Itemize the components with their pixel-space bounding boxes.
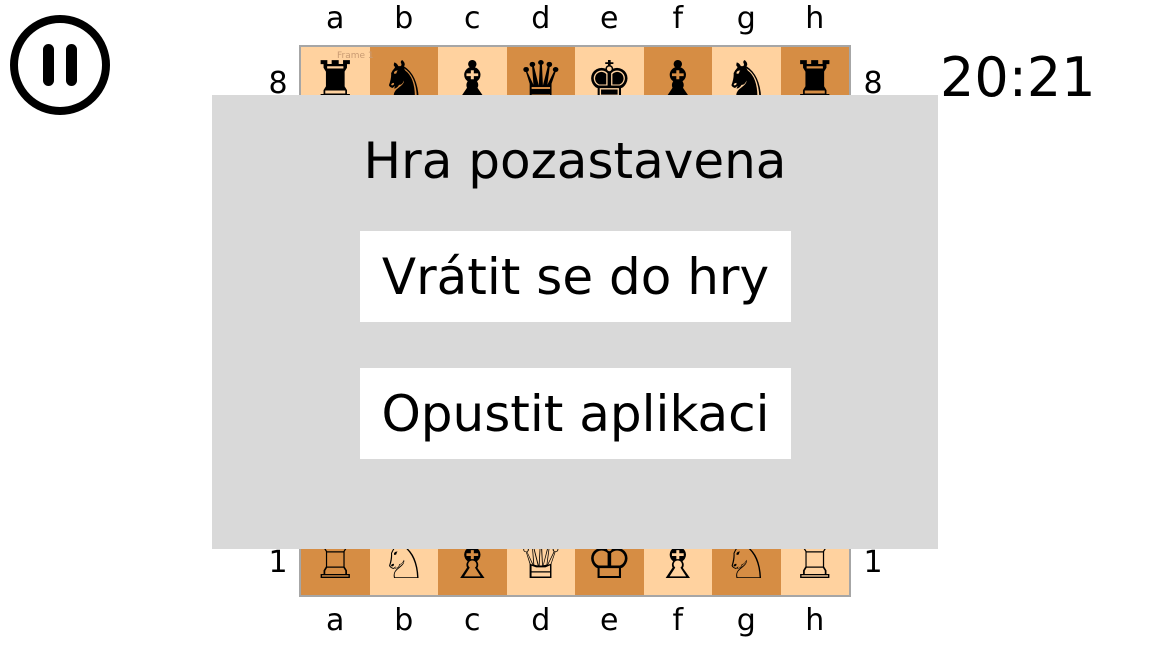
file-labels-bottom: a b c d e f g h	[301, 604, 849, 638]
pause-menu-title: Hra pozastavena	[363, 132, 787, 190]
quit-app-button[interactable]: Opustit aplikaci	[360, 368, 791, 459]
file-label: b	[394, 603, 414, 638]
file-label: h	[805, 603, 825, 638]
file-label: d	[531, 1, 551, 36]
file-label: e	[600, 1, 619, 36]
file-labels-top: a b c d e f g h	[301, 2, 849, 36]
file-label: g	[736, 603, 756, 638]
file-label: c	[464, 603, 481, 638]
frame-tag: Frame 1	[337, 51, 374, 61]
file-label: c	[464, 1, 481, 36]
file-label: a	[326, 1, 345, 36]
file-label: b	[394, 1, 414, 36]
rank-label-1-left: 1	[268, 545, 288, 580]
resume-game-button[interactable]: Vrátit se do hry	[360, 231, 791, 322]
pause-button[interactable]	[9, 14, 111, 116]
file-label: a	[326, 603, 345, 638]
file-label: f	[672, 603, 684, 638]
file-label: e	[600, 603, 619, 638]
file-label: d	[531, 603, 551, 638]
pause-icon	[10, 15, 110, 115]
game-timer: 20:21	[940, 46, 1096, 109]
rank-label-1-right: 1	[863, 545, 883, 580]
file-label: g	[736, 1, 756, 36]
pause-menu: Hra pozastavena Vrátit se do hry Opustit…	[212, 95, 938, 549]
file-label: f	[672, 1, 684, 36]
file-label: h	[805, 1, 825, 36]
